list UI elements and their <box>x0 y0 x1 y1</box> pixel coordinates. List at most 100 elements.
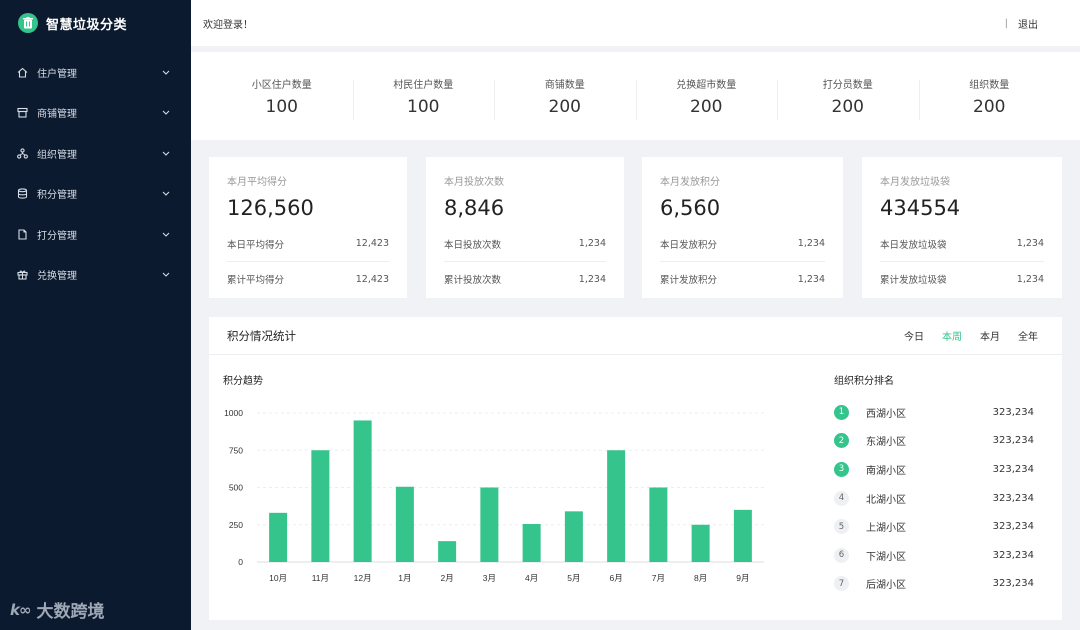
card-row-label: 累计投放次数 <box>444 275 502 286</box>
sidebar-item-label: 积分管理 <box>37 190 77 202</box>
brand-title: 智慧垃圾分类 <box>46 17 128 33</box>
card-row-label: 本日平均得分 <box>227 239 285 251</box>
ranking-item: 7 后湖小区 323,234 <box>834 570 1034 599</box>
header-separator: | <box>1004 17 1008 29</box>
rank-badge: 4 <box>834 490 849 506</box>
x-tick-label: 5月 <box>567 573 580 583</box>
rank-value: 323,234 <box>992 578 1034 590</box>
card-row-value: 1,234 <box>797 238 825 249</box>
rank-name: 后湖小区 <box>866 580 906 592</box>
card-row-value: 1,234 <box>578 273 606 285</box>
card-row-value: 12,423 <box>355 238 389 249</box>
card-title: 本月平均得分 <box>227 177 287 188</box>
x-tick-label: 3月 <box>483 573 496 583</box>
shop-icon <box>16 107 28 119</box>
stat-card-points-issued: 本月发放积分 6,560 本日发放积分 1,234 累计发放积分 1,234 <box>642 157 843 298</box>
x-tick-label: 7月 <box>652 573 665 583</box>
x-tick-label: 2月 <box>441 573 454 583</box>
rank-value: 323,234 <box>992 492 1034 504</box>
count-value: 100 <box>407 96 440 117</box>
points-stats-panel: 积分情况统计 今日 本周 本月 全年 积分趋势 0 250 500 750 1000 10… <box>209 317 1062 620</box>
watermark: k∞ 大数跨境 <box>10 597 105 623</box>
ranking-item: 2 东湖小区 323,234 <box>834 427 1034 456</box>
x-tick-label: 9月 <box>736 573 749 583</box>
stat-card-drop-count: 本月投放次数 8,846 本日投放次数 1,234 累计投放次数 1,234 <box>426 157 624 298</box>
count-value: 200 <box>548 96 581 117</box>
chevron-down-icon <box>161 229 171 239</box>
sidebar-item-residents[interactable]: 住户管理 <box>0 52 191 93</box>
x-tick-label: 8月 <box>694 573 707 583</box>
card-row: 累计投放次数 1,234 <box>444 261 606 296</box>
sidebar-menu: 住户管理 商铺管理 组织管理 积分管理 打分管理 兑换管理 <box>0 52 191 295</box>
chart-bar <box>733 509 752 562</box>
card-row: 本日发放积分 1,234 <box>660 226 825 261</box>
card-value: 8,846 <box>444 196 505 220</box>
y-tick-label: 750 <box>229 445 243 455</box>
x-tick-label: 10月 <box>269 573 287 583</box>
sidebar-item-organizations[interactable]: 组织管理 <box>0 133 191 174</box>
card-row-value: 1,234 <box>578 238 606 249</box>
sidebar-item-points[interactable]: 积分管理 <box>0 174 191 215</box>
ranking-title: 组织积分排名 <box>834 376 894 387</box>
x-tick-label: 6月 <box>610 573 623 583</box>
rank-value: 323,234 <box>992 549 1034 561</box>
ranking-item: 6 下湖小区 323,234 <box>834 541 1034 570</box>
welcome-text: 欢迎登录！ <box>203 19 253 31</box>
y-tick-label: 1000 <box>224 408 243 418</box>
count-item: 打分员数量 200 <box>777 76 919 120</box>
count-label: 村民住户数量 <box>393 79 454 91</box>
card-title: 本月发放垃圾袋 <box>880 177 950 188</box>
sidebar-item-label: 组织管理 <box>37 149 77 161</box>
card-value: 434554 <box>880 196 961 220</box>
ranking-item: 5 上湖小区 323,234 <box>834 512 1034 541</box>
count-value: 200 <box>690 96 723 117</box>
tab-today[interactable]: 今日 <box>904 328 924 343</box>
card-row-label: 累计发放积分 <box>660 275 718 286</box>
chevron-down-icon <box>161 148 171 158</box>
stat-card-bags-issued: 本月发放垃圾袋 434554 本日发放垃圾袋 1,234 累计发放垃圾袋 1,2… <box>862 157 1062 298</box>
card-row-label: 本日发放积分 <box>660 239 718 251</box>
sidebar: 智慧垃圾分类 住户管理 商铺管理 组织管理 积分管理 打分管理 兑换管理 k∞ … <box>0 0 191 630</box>
rank-value: 323,234 <box>992 435 1034 447</box>
card-row-label: 累计发放垃圾袋 <box>880 275 947 286</box>
rank-value: 323,234 <box>992 521 1034 533</box>
rank-name: 西湖小区 <box>866 408 906 420</box>
sidebar-item-exchange[interactable]: 兑换管理 <box>0 255 191 296</box>
card-row-value: 12,423 <box>355 273 389 285</box>
org-icon <box>16 147 28 159</box>
gift-icon <box>16 269 28 281</box>
sidebar-item-shops[interactable]: 商铺管理 <box>0 93 191 134</box>
chart-bar <box>480 487 499 562</box>
card-row: 本日发放垃圾袋 1,234 <box>880 226 1044 261</box>
card-value: 126,560 <box>227 196 314 220</box>
chevron-down-icon <box>161 270 171 280</box>
stat-card-avg-score: 本月平均得分 126,560 本日平均得分 12,423 累计平均得分 12,4… <box>209 157 407 298</box>
rank-name: 下湖小区 <box>866 551 906 563</box>
chevron-down-icon <box>161 108 171 118</box>
tab-full-year[interactable]: 全年 <box>1018 328 1038 343</box>
count-value: 100 <box>265 96 298 117</box>
tab-this-week[interactable]: 本周 <box>942 328 962 343</box>
counts-strip: 小区住户数量 100 村民住户数量 100 商铺数量 200 兑换超市数量 20… <box>191 52 1080 140</box>
ranking-item: 1 西湖小区 323,234 <box>834 398 1034 427</box>
chart-bar <box>353 420 372 562</box>
count-item: 小区住户数量 100 <box>211 76 353 117</box>
sidebar-item-scoring[interactable]: 打分管理 <box>0 214 191 255</box>
ranking-item: 3 南湖小区 323,234 <box>834 455 1034 484</box>
sidebar-item-label: 商铺管理 <box>37 109 77 121</box>
card-value: 6,560 <box>660 196 721 220</box>
watermark-text: 大数跨境 <box>36 602 105 622</box>
y-tick-label: 500 <box>229 483 243 493</box>
rank-name: 北湖小区 <box>866 494 906 506</box>
card-row-label: 累计平均得分 <box>227 275 285 286</box>
card-title: 本月发放积分 <box>660 177 720 188</box>
count-label: 组织数量 <box>969 79 1010 91</box>
x-tick-label: 4月 <box>525 573 538 583</box>
logout-link[interactable]: 退出 <box>1018 16 1038 31</box>
rank-badge: 2 <box>834 433 849 449</box>
y-tick-label: 0 <box>238 557 243 567</box>
chart-bar <box>607 450 626 562</box>
count-item: 组织数量 200 <box>918 76 1061 120</box>
tab-this-month[interactable]: 本月 <box>980 328 1000 343</box>
card-row: 累计平均得分 12,423 <box>227 261 389 296</box>
